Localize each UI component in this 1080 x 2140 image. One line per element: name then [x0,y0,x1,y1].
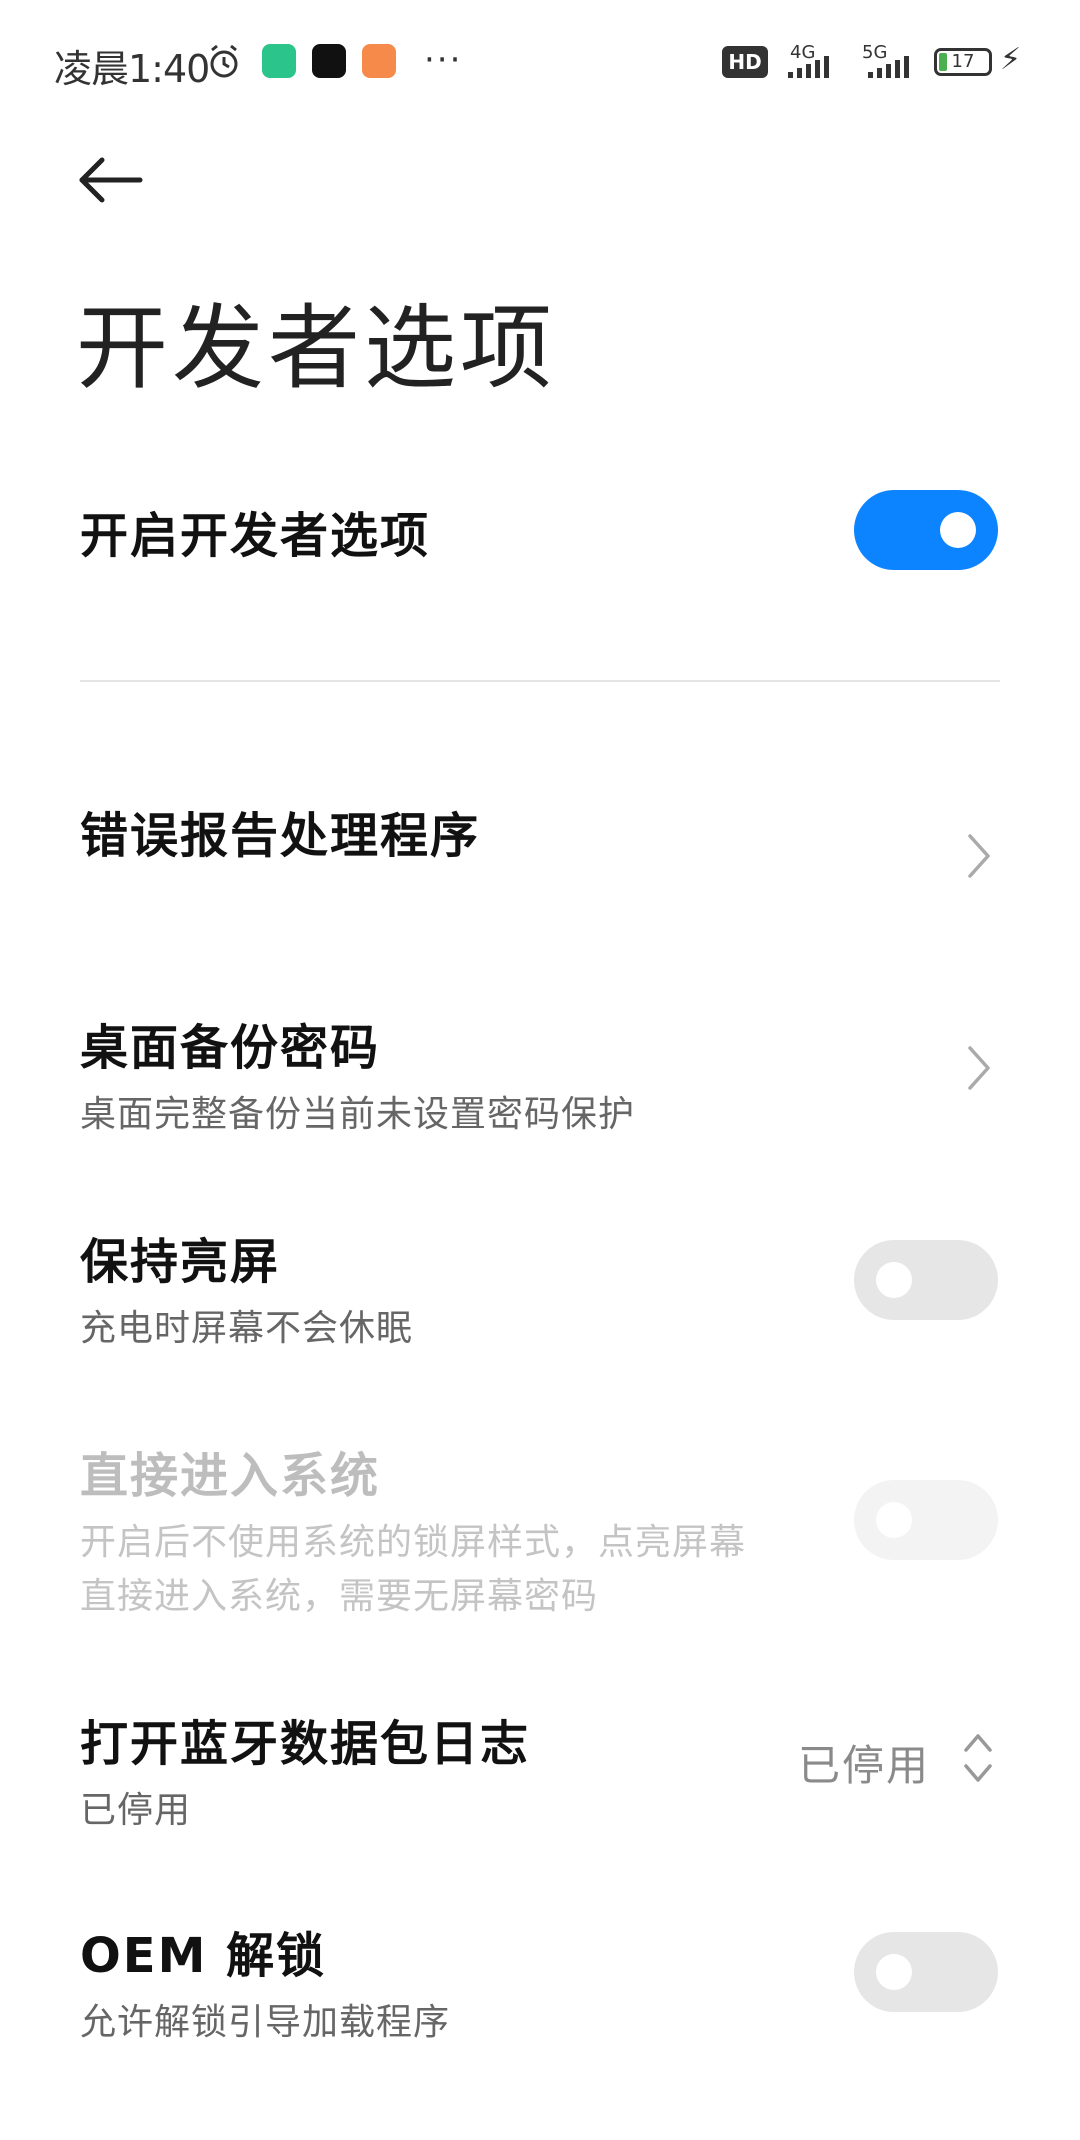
hd-voice-icon: HD [722,46,768,78]
status-time: 凌晨1:40 [54,47,210,91]
page-title: 开发者选项 [76,295,557,402]
status-bar: 凌晨1:40 ··· HD 4G 5G 17 ⚡ [0,0,1080,120]
signal-5g-icon [868,52,909,78]
section-divider [80,680,1000,682]
error-report-handler-label: 错误报告处理程序 [80,808,481,864]
shopping-app-icon [362,44,396,78]
chevron-up-down-icon[interactable] [960,1728,996,1788]
toggle-knob [876,1502,912,1538]
stay-awake-toggle[interactable] [854,1240,998,1320]
chevron-right-icon[interactable] [958,828,998,884]
more-notifications-icon: ··· [424,40,463,80]
row-desktop-backup-password[interactable]: 桌面备份密码 桌面完整备份当前未设置密码保护 [80,1008,1000,1142]
toggle-knob [940,512,976,548]
battery-level-text: 17 [951,51,975,72]
toggle-knob [876,1262,912,1298]
row-error-report-handler[interactable]: 错误报告处理程序 [80,796,1000,866]
signal-4g-icon [788,52,829,78]
alarm-icon [210,44,238,78]
developer-options-toggle[interactable] [854,490,998,570]
desktop-backup-password-label: 桌面备份密码 [80,1020,381,1076]
direct-entry-toggle [854,1480,998,1560]
toggle-knob [876,1954,912,1990]
charging-icon: ⚡ [1000,42,1022,77]
battery-icon: 17 [934,48,992,76]
tiktok-app-icon [312,44,346,78]
security-app-icon [262,44,296,78]
stay-awake-subtitle: 充电时屏幕不会休眠 [80,1308,414,1349]
desktop-backup-password-subtitle: 桌面完整备份当前未设置密码保护 [80,1094,636,1135]
oem-unlock-subtitle: 允许解锁引导加载程序 [80,2002,451,2043]
chevron-right-icon[interactable] [958,1040,998,1096]
bluetooth-snoop-log-value[interactable]: 已停用 [798,1732,930,1793]
oem-unlock-toggle[interactable] [854,1932,998,2012]
direct-entry-subtitle-line2: 直接进入系统，需要无屏幕密码 [80,1576,599,1617]
back-arrow-icon[interactable] [72,150,152,230]
